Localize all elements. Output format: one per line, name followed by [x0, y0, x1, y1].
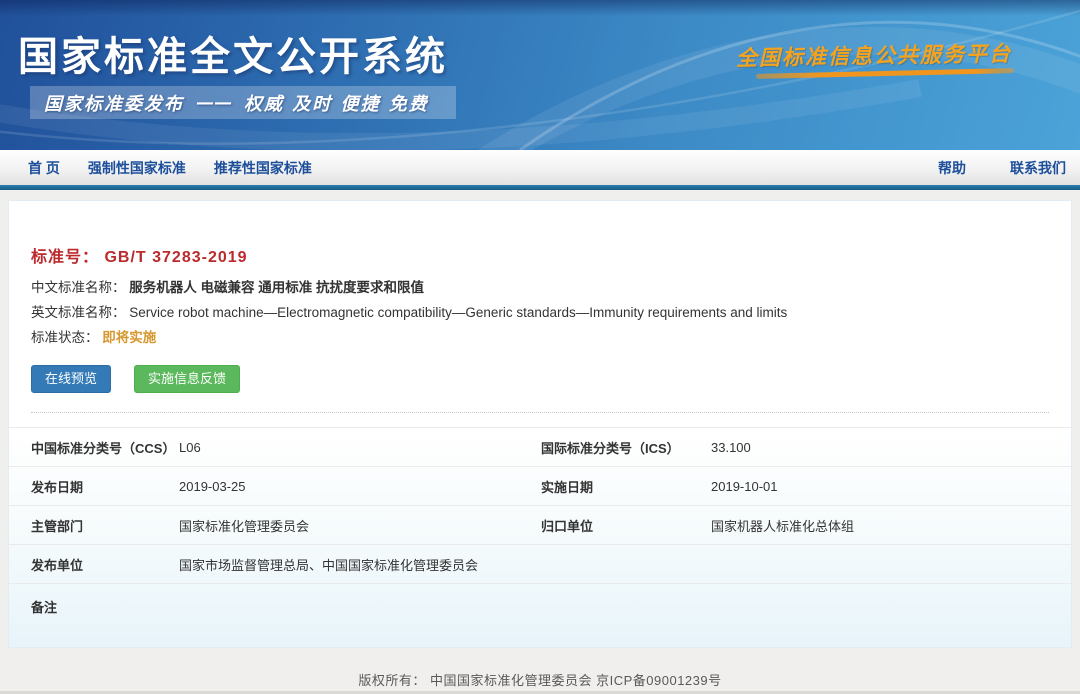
en-name-value: Service robot machine—Electromagnetic co… [129, 305, 787, 320]
nav-item-mandatory-standards[interactable]: 强制性国家标准 [88, 158, 186, 178]
standard-number-label: 标准号： [31, 249, 99, 266]
standard-detail-card: 标准号： GB/T 37283-2019 中文标准名称： 服务机器人 电磁兼容 … [8, 200, 1072, 648]
site-title: 国家标准全文公开系统 [18, 24, 448, 82]
meta-cell-implement-date: 实施日期 2019-10-01 [541, 477, 1071, 496]
issuing-unit-label: 发布单位 [9, 555, 179, 574]
page-footer: 版权所有： 中国国家标准化管理委员会 京ICP备09001239号 [0, 648, 1080, 694]
meta-cell-ics: 国际标准分类号（ICS） 33.100 [541, 438, 1071, 457]
online-preview-button[interactable]: 在线预览 [31, 365, 111, 393]
nav-item-home[interactable]: 首 页 [28, 158, 60, 178]
publish-date-label: 发布日期 [9, 477, 179, 496]
nav-bottom-border [0, 185, 1080, 190]
authority-label: 主管部门 [9, 516, 179, 535]
site-header: 国家标准全文公开系统 国家标准委发布 —— 权威 及时 便捷 免费 全国标准信息… [0, 0, 1080, 150]
nav-item-recommended-standards[interactable]: 推荐性国家标准 [214, 158, 312, 178]
status-label: 标准状态： [31, 330, 99, 345]
table-row: 备注 [9, 584, 1071, 645]
remarks-label: 备注 [9, 597, 179, 616]
dotted-separator [31, 412, 1049, 413]
platform-tagline: 全国标准信息公共服务平台 [736, 38, 1012, 73]
table-row: 发布单位 国家市场监督管理总局、中国国家标准化管理委员会 [9, 545, 1071, 584]
nav-item-contact[interactable]: 联系我们 [1010, 158, 1066, 178]
table-row: 中国标准分类号（CCS） L06 国际标准分类号（ICS） 33.100 [9, 428, 1071, 467]
ics-value: 33.100 [711, 440, 751, 455]
table-row: 发布日期 2019-03-25 实施日期 2019-10-01 [9, 467, 1071, 506]
status-line: 标准状态： 即将实施 [31, 329, 1071, 347]
meta-cell-centralized-unit: 归口单位 国家机器人标准化总体组 [541, 516, 1071, 535]
copyright-text: 版权所有： 中国国家标准化管理委员会 京ICP备09001239号 [0, 648, 1080, 689]
nav-item-help[interactable]: 帮助 [938, 158, 966, 178]
ccs-value: L06 [179, 440, 201, 455]
cn-name-label: 中文标准名称： [31, 280, 126, 295]
cn-name-value: 服务机器人 电磁兼容 通用标准 抗扰度要求和限值 [129, 280, 424, 295]
publish-date-value: 2019-03-25 [179, 479, 246, 494]
standard-number-value: GB/T 37283-2019 [104, 249, 247, 266]
table-row: 主管部门 国家标准化管理委员会 归口单位 国家机器人标准化总体组 [9, 506, 1071, 545]
implement-date-label: 实施日期 [541, 477, 711, 496]
implementation-feedback-button[interactable]: 实施信息反馈 [134, 365, 240, 393]
ics-label: 国际标准分类号（ICS） [541, 438, 711, 457]
banner-dash: —— [196, 92, 232, 113]
meta-cell-ccs: 中国标准分类号（CCS） L06 [9, 438, 541, 457]
ccs-label: 中国标准分类号（CCS） [9, 438, 179, 457]
meta-cell-authority: 主管部门 国家标准化管理委员会 [9, 516, 541, 535]
issuing-unit-value: 国家市场监督管理总局、中国国家标准化管理委员会 [179, 555, 478, 574]
header-sub-banner: 国家标准委发布 —— 权威 及时 便捷 免费 [30, 86, 456, 119]
centralized-unit-label: 归口单位 [541, 516, 711, 535]
meta-cell-publish-date: 发布日期 2019-03-25 [9, 477, 541, 496]
standard-meta-table: 中国标准分类号（CCS） L06 国际标准分类号（ICS） 33.100 发布日… [9, 427, 1071, 645]
standard-number-line: 标准号： GB/T 37283-2019 [31, 243, 1071, 267]
action-button-row: 在线预览 实施信息反馈 [31, 365, 1071, 393]
centralized-unit-value: 国家机器人标准化总体组 [711, 516, 854, 535]
en-name-line: 英文标准名称： Service robot machine—Electromag… [31, 304, 1071, 322]
main-nav: 首 页 强制性国家标准 推荐性国家标准 帮助 联系我们 [0, 150, 1080, 185]
cn-name-line: 中文标准名称： 服务机器人 电磁兼容 通用标准 抗扰度要求和限值 [31, 279, 1071, 297]
en-name-label: 英文标准名称： [31, 305, 126, 320]
publisher-label: 国家标准委发布 [44, 90, 184, 116]
authority-value: 国家标准化管理委员会 [179, 516, 309, 535]
implement-date-value: 2019-10-01 [711, 479, 778, 494]
slogan-text: 权威 及时 便捷 免费 [244, 90, 429, 116]
meta-cell-issuing-unit: 发布单位 国家市场监督管理总局、中国国家标准化管理委员会 [9, 555, 478, 574]
status-value: 即将实施 [102, 330, 156, 345]
meta-cell-remarks: 备注 [9, 597, 179, 616]
